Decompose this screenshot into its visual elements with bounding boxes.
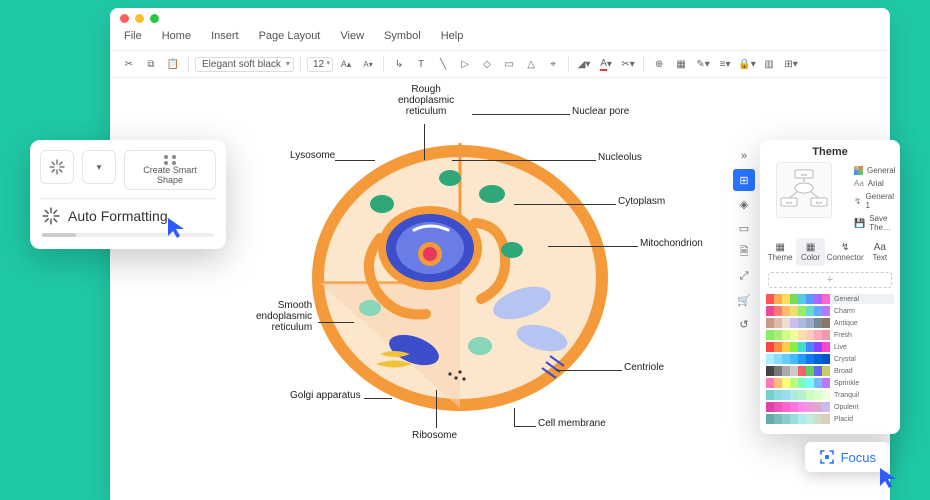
palette-general[interactable]: General — [766, 294, 894, 304]
pen-icon[interactable]: ✎▾ — [694, 55, 712, 73]
label-golgi: Golgi apparatus — [290, 390, 361, 401]
tab-text[interactable]: AaText — [866, 238, 894, 266]
menubar: File Home Insert Page Layout View Symbol… — [110, 28, 890, 50]
layout-icon[interactable]: ▥ — [760, 55, 778, 73]
menu-symbol[interactable]: Symbol — [384, 30, 421, 42]
palette-live[interactable]: Live — [766, 342, 894, 352]
cell-diagram — [310, 128, 610, 428]
label-cell-membrane: Cell membrane — [538, 418, 606, 429]
font-color-icon[interactable]: A▾ — [597, 55, 615, 73]
palette-broad[interactable]: Broad — [766, 366, 894, 376]
font-select[interactable]: Elegant soft black — [195, 57, 294, 72]
size-down-icon[interactable]: A▾ — [359, 55, 377, 73]
palette-placid[interactable]: Placid — [766, 414, 894, 424]
menu-help[interactable]: Help — [441, 30, 464, 42]
auto-format-popover: ▾ Create Smart Shape Auto Formatting — [30, 140, 226, 249]
menu-view[interactable]: View — [340, 30, 364, 42]
spark-button[interactable] — [40, 150, 74, 184]
grid-icon[interactable]: ⊞▾ — [782, 55, 800, 73]
theme-tabs: ▦Theme ▦Color ↯Connector AaText — [766, 238, 894, 266]
side-tool-strip: » ⊞ ◈ ▭ 🗎 ⤢ 🛒 ↺ — [733, 145, 755, 335]
close-dot[interactable] — [120, 14, 129, 23]
locate-icon[interactable]: ⌖ — [544, 55, 562, 73]
collapse-icon[interactable]: » — [733, 145, 755, 167]
cursor-icon — [878, 466, 900, 490]
palette-crystal[interactable]: Crystal — [766, 354, 894, 364]
label-ribosome: Ribosome — [412, 430, 457, 441]
fill-icon[interactable]: ◢▾ — [575, 55, 593, 73]
add-palette-button[interactable]: + — [768, 272, 892, 288]
preset-arial[interactable]: AaArial — [854, 179, 895, 188]
weight-icon[interactable]: ≡▾ — [716, 55, 734, 73]
minimize-dot[interactable] — [135, 14, 144, 23]
shape-icon[interactable]: ▭ — [500, 55, 518, 73]
label-nuclear-pore: Nuclear pore — [572, 106, 629, 117]
create-smart-shape-button[interactable]: Create Smart Shape — [124, 150, 216, 190]
palette-opulent[interactable]: Opulent — [766, 402, 894, 412]
theme-preview: text text text — [776, 162, 832, 218]
layers-icon[interactable]: ◈ — [733, 193, 755, 215]
menu-page-layout[interactable]: Page Layout — [259, 30, 321, 42]
cart-icon[interactable]: 🛒 — [733, 289, 755, 311]
page-icon[interactable]: ▭ — [733, 217, 755, 239]
copy-icon[interactable]: ⧉ — [142, 55, 160, 73]
spark-icon — [42, 207, 60, 225]
tab-theme[interactable]: ▦Theme — [766, 238, 794, 266]
size-select[interactable]: 12 — [307, 57, 333, 72]
label-lysosome: Lysosome — [290, 150, 335, 161]
svg-text:text: text — [786, 200, 793, 205]
theme-title: Theme — [760, 140, 900, 162]
spark-dropdown[interactable]: ▾ — [82, 150, 116, 184]
maximize-dot[interactable] — [150, 14, 159, 23]
palette-tranquil[interactable]: Tranquil — [766, 390, 894, 400]
label-rough-er: Rough endoplasmic reticulum — [398, 84, 454, 117]
label-cytoplasm: Cytoplasm — [618, 196, 665, 207]
focus-icon — [819, 449, 835, 465]
crop-icon[interactable]: ✂▾ — [619, 55, 637, 73]
table-icon[interactable]: ▦ — [672, 55, 690, 73]
palette-fresh[interactable]: Fresh — [766, 330, 894, 340]
doc-icon[interactable]: 🗎 — [733, 241, 755, 263]
titlebar — [110, 8, 890, 28]
history-icon[interactable]: ↺ — [733, 313, 755, 335]
palette-list: General Charm Antique Fresh Live Crystal Broad… — [766, 294, 894, 426]
label-centriole: Centriole — [624, 362, 664, 373]
lock-icon[interactable]: 🔒▾ — [738, 55, 756, 73]
palette-antique[interactable]: Antique — [766, 318, 894, 328]
eraser-icon[interactable]: ◇ — [478, 55, 496, 73]
menu-file[interactable]: File — [124, 30, 142, 42]
preset-general[interactable]: General — [854, 166, 895, 175]
label-smooth-er: Smooth endoplasmic reticulum — [256, 300, 312, 333]
triangle-icon[interactable]: △ — [522, 55, 540, 73]
cut-icon[interactable]: ✂ — [120, 55, 138, 73]
auto-formatting-button[interactable]: Auto Formatting — [40, 199, 216, 227]
grid-tool-icon[interactable]: ⊞ — [733, 169, 755, 191]
connector-icon[interactable]: ↳ — [390, 55, 408, 73]
menu-insert[interactable]: Insert — [211, 30, 239, 42]
svg-text:text: text — [801, 172, 808, 177]
cursor-icon — [166, 216, 188, 240]
size-up-icon[interactable]: A▴ — [337, 55, 355, 73]
label-mitochondrion: Mitochondrion — [640, 238, 703, 249]
theme-presets: General AaArial ↯General 1 💾Save The… — [854, 166, 895, 232]
label-nucleolus: Nucleolus — [598, 152, 642, 163]
preset-save[interactable]: 💾Save The… — [854, 214, 895, 232]
theme-panel: Theme text text text General AaArial ↯Gene… — [760, 140, 900, 434]
paste-icon[interactable]: 📋 — [164, 55, 182, 73]
svg-text:text: text — [816, 200, 823, 205]
palette-sprinkle[interactable]: Sprinkle — [766, 378, 894, 388]
search-icon[interactable]: ⊕ — [650, 55, 668, 73]
text-icon[interactable]: T — [412, 55, 430, 73]
line-icon[interactable]: ╲ — [434, 55, 452, 73]
expand-icon[interactable]: ⤢ — [733, 265, 755, 287]
palette-charm[interactable]: Charm — [766, 306, 894, 316]
tab-color[interactable]: ▦Color — [796, 238, 824, 266]
menu-home[interactable]: Home — [162, 30, 191, 42]
toolbar: ✂ ⧉ 📋 Elegant soft black 12 A▴ A▾ ↳ T ╲ … — [110, 51, 890, 77]
tab-connector[interactable]: ↯Connector — [827, 238, 864, 266]
preset-general1[interactable]: ↯General 1 — [854, 192, 895, 210]
pointer-icon[interactable]: ▷ — [456, 55, 474, 73]
